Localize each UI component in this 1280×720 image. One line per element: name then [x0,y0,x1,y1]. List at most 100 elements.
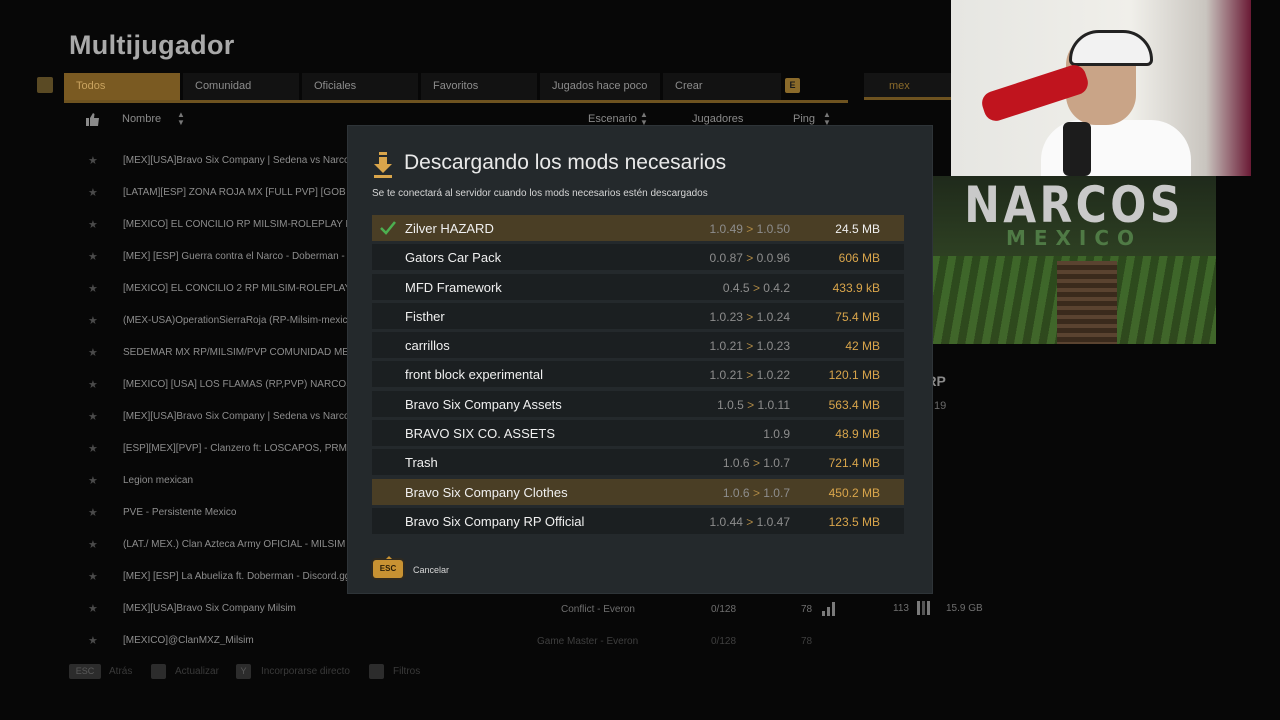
table-row[interactable]: ★ PVE - Persistente Mexico [80,503,352,523]
mod-row[interactable]: BRAVO SIX CO. ASSETS 1.0.9 48.9 MB [372,420,904,447]
mod-version: 1.0.5 > 1.0.11 [717,397,790,412]
table-row[interactable]: ★ [MEXICO] EL CONCILIO 2 RP MILSIM-ROLEPL… [80,279,352,299]
cancel-esc-key[interactable]: ESC [373,556,403,578]
star-icon[interactable]: ★ [88,282,98,295]
table-row[interactable]: ★ [MEX][USA]Bravo Six Company Milsim [80,599,580,619]
mod-size: 48.9 MB [835,427,880,442]
row-scenario: Game Master - Everon [537,636,639,645]
star-icon[interactable]: ★ [88,538,98,551]
mod-size: 123.5 MB [828,514,880,529]
star-icon[interactable]: ★ [88,602,98,615]
mod-version: 0.4.5 > 0.4.2 [722,280,790,295]
star-icon[interactable]: ★ [88,634,98,645]
table-row[interactable]: ★ [MEXICO] [USA] LOS FLAMAS (RP,PVP) NARC… [80,375,352,395]
mod-version: 1.0.6 > 1.0.7 [722,485,790,500]
sort-arrows-icon[interactable]: ▲ ▼ [823,111,831,127]
server-name: [MEX][USA]Bravo Six Company | Sedena vs … [123,155,352,166]
mod-size: 120.1 MB [828,368,880,383]
e-key-hint[interactable]: E [785,78,800,93]
tab-comunidad[interactable]: Comunidad [183,73,299,100]
mod-size: 721.4 MB [828,456,880,471]
mod-version: 1.0.49 > 1.0.50 [709,222,790,236]
server-name: [MEXICO] EL CONCILIO 2 RP MILSIM-ROLEPLA… [123,283,352,294]
mod-name: Zilver HAZARD [405,221,494,236]
filters-label: Filtros [393,666,421,677]
table-row[interactable]: ★ [LATAM][ESP] ZONA ROJA MX [FULL PVP] [G… [80,183,352,203]
filters-key[interactable] [369,664,384,679]
server-image-subtitle: MEXICO [1005,226,1143,250]
table-row[interactable]: ★ [MEX] [ESP] La Abueliza ft. Doberman - … [80,567,352,587]
server-name: [MEX] [ESP] Guerra contra el Narco - Dob… [123,251,352,262]
table-row[interactable]: ★ Legion mexican [80,471,352,491]
mod-row[interactable]: Gators Car Pack 0.0.87 > 0.0.96 606 MB [372,244,904,271]
mod-row[interactable]: Trash 1.0.6 > 1.0.7 721.4 MB [372,449,904,476]
star-icon[interactable]: ★ [88,218,98,231]
star-icon[interactable]: ★ [88,378,98,391]
mods-list: Zilver HAZARD 1.0.49 > 1.0.50 24.5 MB Ga… [372,215,904,537]
mod-name: Trash [405,455,438,471]
star-icon[interactable]: ★ [88,346,98,359]
server-name: (MEX-USA)OperationSierraRoja (RP-Milsim-… [123,315,352,326]
row-players: 0/128 [711,636,737,645]
tab-oficiales[interactable]: Oficiales [302,73,418,100]
table-row[interactable]: ★ SEDEMAR MX RP/MILSIM/PVP COMUNIDAD MEXI… [80,343,352,363]
star-icon[interactable]: ★ [88,506,98,519]
tab-bar: Todos Comunidad Oficiales Favoritos Juga… [64,73,848,103]
back-label: Atrás [109,666,133,677]
table-row[interactable]: ★ (MEX-USA)OperationSierraRoja (RP-Milsim… [80,311,352,331]
star-icon[interactable]: ★ [88,314,98,327]
filter-toggle[interactable] [37,77,53,93]
tab-favoritos[interactable]: Favoritos [421,73,537,100]
like-icon[interactable] [86,113,100,126]
mods-icon [917,601,931,615]
tab-jugados-hace-poco[interactable]: Jugados hace poco [540,73,660,100]
column-escenario[interactable]: Escenario [588,113,637,125]
mod-row[interactable]: MFD Framework 0.4.5 > 0.4.2 433.9 kB [372,273,904,300]
star-icon[interactable]: ★ [88,570,98,583]
back-key[interactable]: ESC [69,664,101,679]
server-name: SEDEMAR MX RP/MILSIM/PVP COMUNIDAD MEXIC… [123,347,352,358]
table-row[interactable]: ★ [MEX][USA]Bravo Six Company | Sedena vs… [80,407,352,427]
mod-name: Bravo Six Company Assets [405,396,562,412]
table-row[interactable]: ★ (LAT./ MEX.) Clan Azteca Army OFICIAL -… [80,535,352,555]
server-name: [ESP][MEX][PVP] - Clanzero ft: LOSCAPOS,… [123,443,352,454]
mod-version: 1.0.9 [763,427,790,442]
mod-size: 24.5 MB [835,222,880,236]
tab-crear[interactable]: Crear [663,73,781,100]
mod-row[interactable]: Zilver HAZARD 1.0.49 > 1.0.50 24.5 MB [372,215,904,241]
search-input[interactable]: mex [864,73,954,100]
mod-row[interactable]: front block experimental 1.0.21 > 1.0.22… [372,361,904,388]
row-ping: 78 [801,604,813,615]
server-name: [LATAM][ESP] ZONA ROJA MX [FULL PVP] [GO… [123,187,352,198]
table-row[interactable]: ★ [ESP][MEX][PVP] - Clanzero ft: LOSCAPOS… [80,439,352,459]
table-row[interactable]: ★ [MEXICO] EL CONCILIO RP MILSIM-ROLEPLAY… [80,215,352,235]
server-name: [MEX][USA]Bravo Six Company | Sedena vs … [123,411,352,422]
star-icon[interactable]: ★ [88,250,98,263]
column-ping[interactable]: Ping [793,113,815,125]
table-row[interactable]: ★ [MEX] [ESP] Guerra contra el Narco - Do… [80,247,352,267]
column-jugadores[interactable]: Jugadores [692,113,743,125]
star-icon[interactable]: ★ [88,442,98,455]
table-row[interactable]: ★ [MEX][USA]Bravo Six Company | Sedena vs… [80,151,352,171]
mod-name: Fisther [405,308,445,324]
cancel-button[interactable]: Cancelar [413,565,449,575]
tab-todos[interactable]: Todos [64,73,180,100]
star-icon[interactable]: ★ [88,474,98,487]
direct-join-key[interactable]: Y [236,664,251,679]
star-icon[interactable]: ★ [88,154,98,167]
sort-arrows-icon[interactable]: ▲ ▼ [177,111,185,127]
server-name: [MEXICO]@ClanMXZ_Milsim [123,635,254,645]
mod-row[interactable]: Bravo Six Company RP Official 1.0.44 > 1… [372,507,904,534]
star-icon[interactable]: ★ [88,410,98,423]
star-icon[interactable]: ★ [88,186,98,199]
mod-row[interactable]: Fisther 1.0.23 > 1.0.24 75.4 MB [372,302,904,329]
sort-arrows-icon[interactable]: ▲ ▼ [640,111,648,127]
refresh-key[interactable] [151,664,166,679]
table-row[interactable]: ★ [MEXICO]@ClanMXZ_Milsim [80,631,580,645]
mod-row[interactable]: carrillos 1.0.21 > 1.0.23 42 MB [372,332,904,359]
mod-version: 1.0.21 > 1.0.22 [709,368,790,383]
mod-row[interactable]: Bravo Six Company Assets 1.0.5 > 1.0.11 … [372,390,904,417]
mod-row[interactable]: Bravo Six Company Clothes 1.0.6 > 1.0.7 … [372,478,904,505]
server-name: [MEX][USA]Bravo Six Company Milsim [123,603,296,614]
column-nombre[interactable]: Nombre [122,113,161,125]
